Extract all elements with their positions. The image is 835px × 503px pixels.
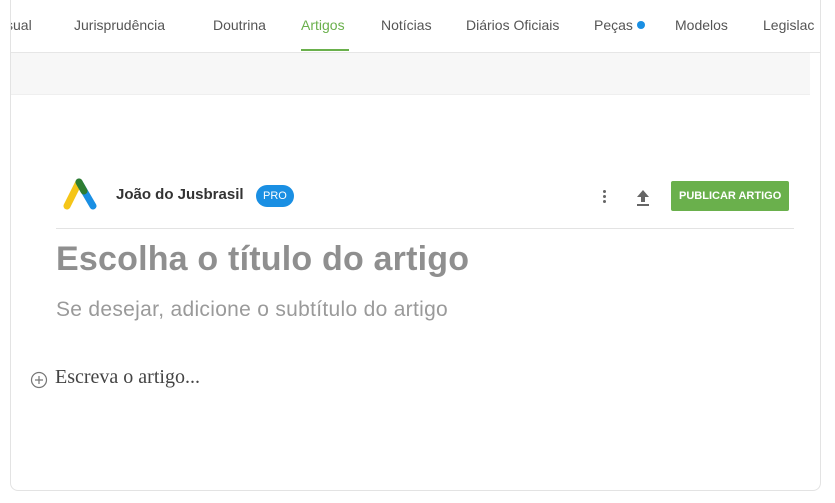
jusbrasil-logo-icon — [63, 178, 97, 210]
author-header: João do Jusbrasil PRO PUBLICAR ARTIGO — [56, 176, 794, 229]
active-tab-underline — [301, 49, 349, 51]
new-indicator-dot — [636, 21, 645, 29]
article-editor-frame: ssual Jurisprudência Doutrina Artigos No… — [10, 0, 821, 491]
nav-item-noticias[interactable]: Notícias — [381, 17, 432, 33]
nav-item-modelos[interactable]: Modelos — [675, 17, 728, 33]
upload-icon[interactable] — [634, 188, 652, 208]
nav-item-legislacao[interactable]: Legislac — [763, 17, 814, 33]
nav-item-artigos[interactable]: Artigos — [301, 17, 345, 33]
pro-badge: PRO — [256, 185, 294, 207]
article-body-input[interactable]: Escreva o artigo... — [55, 366, 200, 389]
toolbar-strip — [11, 53, 810, 95]
article-title-input[interactable]: Escolha o título do artigo — [56, 240, 796, 279]
nav-item-processual[interactable]: ssual — [11, 17, 32, 33]
plus-circle-icon[interactable] — [30, 371, 48, 389]
author-name: João do Jusbrasil — [116, 186, 244, 203]
nav-item-pecas-label: Peças — [594, 17, 633, 33]
top-navigation: ssual Jurisprudência Doutrina Artigos No… — [11, 0, 820, 53]
publish-article-button[interactable]: PUBLICAR ARTIGO — [671, 181, 790, 211]
kebab-menu-icon[interactable] — [599, 188, 609, 208]
nav-item-jurisprudencia[interactable]: Jurisprudência — [74, 17, 165, 33]
nav-item-doutrina[interactable]: Doutrina — [213, 17, 266, 33]
nav-item-diarios-oficiais[interactable]: Diários Oficiais — [466, 17, 559, 33]
article-subtitle-input[interactable]: Se desejar, adicione o subtítulo do arti… — [56, 298, 796, 322]
nav-item-pecas[interactable]: Peças — [594, 17, 645, 33]
